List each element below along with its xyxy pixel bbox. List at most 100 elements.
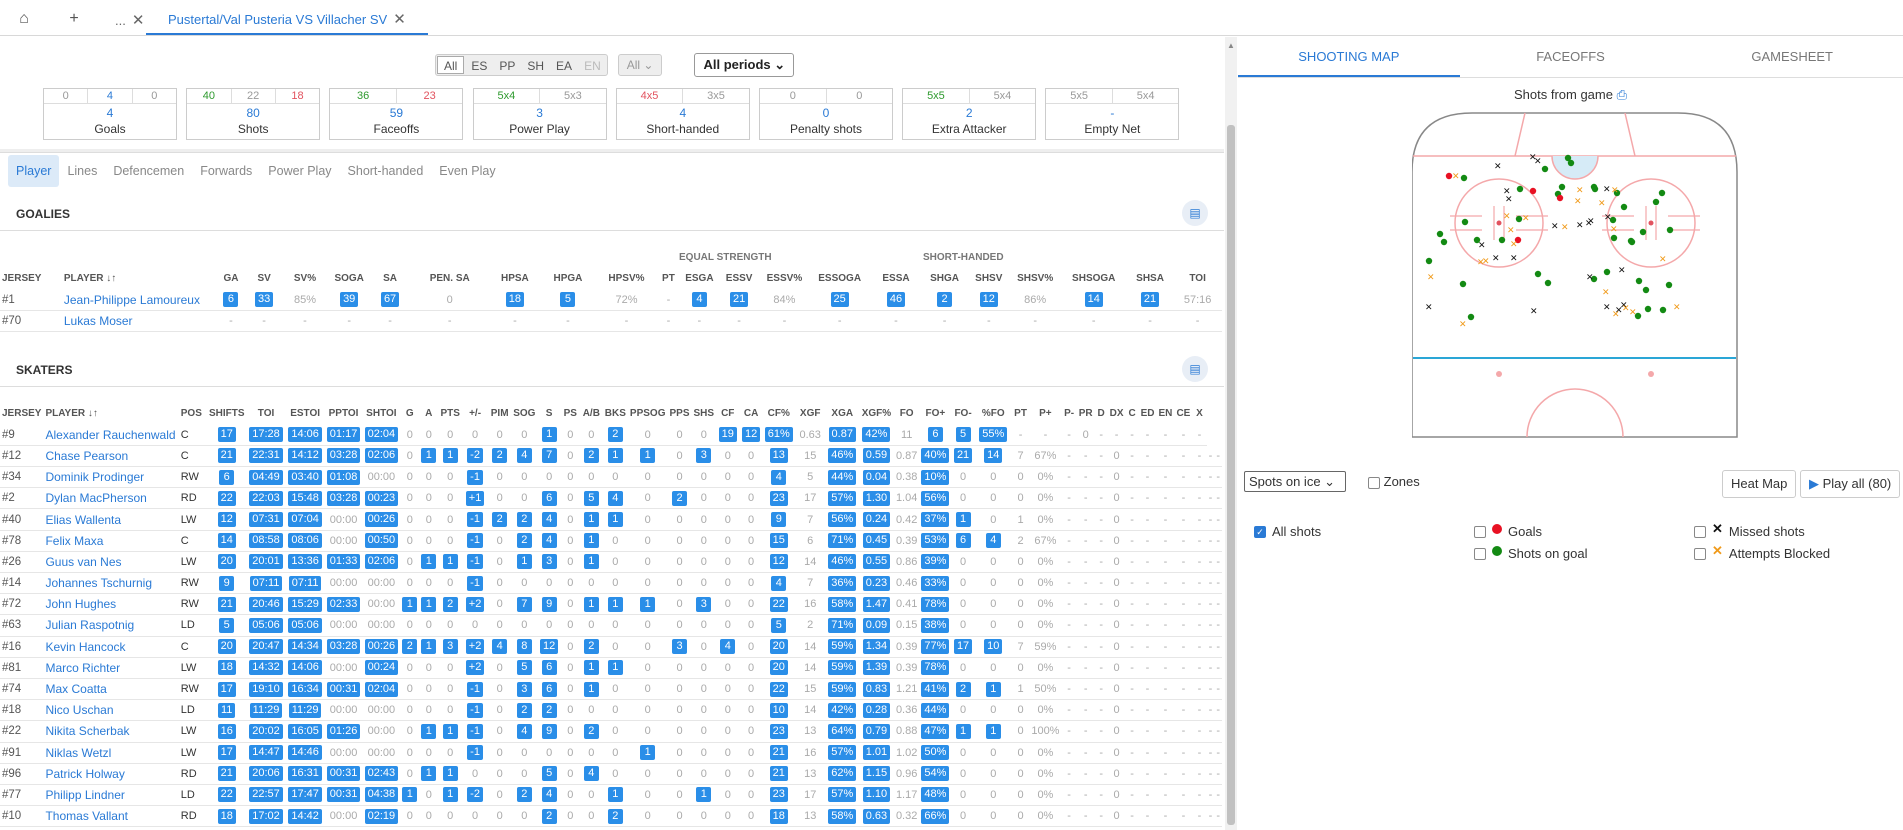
stat-badge[interactable]: 44%: [921, 702, 950, 718]
stat-badge[interactable]: 22:03: [249, 490, 283, 506]
stat-badge[interactable]: 20: [769, 639, 788, 655]
stat-badge[interactable]: 22: [217, 787, 236, 803]
stat-badge[interactable]: 21: [217, 448, 236, 464]
stat-badge[interactable]: 02:19: [364, 808, 399, 824]
stat-badge[interactable]: 20: [217, 554, 236, 570]
stat-badge[interactable]: 9: [219, 575, 235, 591]
stat-badge[interactable]: 6: [927, 427, 943, 443]
stat-badge[interactable]: 5: [771, 617, 787, 633]
stat-badge[interactable]: -1: [467, 533, 483, 549]
stat-badge[interactable]: 2: [402, 639, 418, 655]
stat-badge[interactable]: 22: [769, 596, 788, 612]
stat-badge[interactable]: 2: [516, 533, 532, 549]
stat-badge[interactable]: 1.39: [862, 660, 891, 676]
column-header[interactable]: PPSOG: [628, 403, 668, 424]
strength-option-en[interactable]: EN: [578, 55, 607, 75]
column-header[interactable]: FO-: [951, 403, 974, 424]
stat-badge[interactable]: 21: [217, 766, 236, 782]
column-header[interactable]: PLAYER ↓↑: [43, 403, 178, 424]
stat-badge[interactable]: 17: [217, 427, 236, 443]
stat-badge[interactable]: 20:01: [249, 554, 283, 570]
stat-badge[interactable]: 1: [955, 512, 971, 528]
subtab-even-play[interactable]: Even Play: [431, 155, 503, 187]
stat-badge[interactable]: 1.47: [862, 596, 891, 612]
blocked-shot-marker[interactable]: ✕: [1510, 240, 1518, 250]
column-header[interactable]: TOI: [247, 403, 286, 424]
stat-badge[interactable]: 54%: [921, 766, 950, 782]
missed-shot-marker[interactable]: ✕: [1603, 303, 1611, 313]
stat-badge[interactable]: 0.83: [862, 681, 891, 697]
column-header[interactable]: XGF: [795, 403, 826, 424]
stat-badge[interactable]: 00:31: [326, 681, 361, 697]
stat-badge[interactable]: 6: [955, 533, 971, 549]
stat-badge[interactable]: 00:26: [364, 512, 399, 528]
stat-badge[interactable]: 15:48: [288, 490, 322, 506]
stat-badge[interactable]: 1: [696, 787, 712, 803]
stat-badge[interactable]: +1: [465, 490, 485, 506]
stat-badge[interactable]: 0.63: [862, 808, 891, 824]
stat-badge[interactable]: 1: [442, 554, 458, 570]
stat-badge[interactable]: 58%: [828, 596, 857, 612]
stat-badge[interactable]: 3: [672, 639, 687, 655]
stat-badge[interactable]: 12: [741, 427, 761, 443]
column-header[interactable]: S: [537, 403, 560, 424]
shot-on-goal-marker[interactable]: [1659, 306, 1667, 314]
stat-badge[interactable]: 18: [217, 660, 236, 676]
stat-badge[interactable]: 7: [541, 448, 557, 464]
column-header[interactable]: SA: [371, 268, 409, 289]
stat-badge[interactable]: 78%: [921, 660, 950, 676]
stat-badge[interactable]: 41%: [921, 681, 950, 697]
stat-badge[interactable]: 12: [217, 512, 236, 528]
column-header[interactable]: SHIFTS: [207, 403, 247, 424]
subtab-defencemen[interactable]: Defencemen: [105, 155, 192, 187]
stat-badge[interactable]: 2: [583, 639, 599, 655]
stat-badge[interactable]: 0.55: [862, 554, 891, 570]
stat-badge[interactable]: 55%: [979, 427, 1008, 443]
stat-badge[interactable]: 1: [442, 723, 458, 739]
stat-badge[interactable]: 3: [442, 639, 458, 655]
stat-badge[interactable]: 1: [402, 787, 418, 803]
stat-badge[interactable]: 2: [492, 512, 508, 528]
stat-badge[interactable]: 16:31: [288, 766, 322, 782]
stat-badge[interactable]: 4: [541, 787, 557, 803]
tab-ellipsis[interactable]: ... ✕: [115, 5, 144, 35]
scrollbar-thumb[interactable]: [1227, 125, 1235, 825]
stat-badge[interactable]: 71%: [828, 533, 857, 549]
player-link[interactable]: Elias Wallenta: [43, 508, 179, 531]
stat-badge[interactable]: 13:36: [288, 554, 322, 570]
stat-badge[interactable]: 10: [984, 639, 1003, 655]
stat-badge[interactable]: 33%: [921, 575, 950, 591]
stat-badge[interactable]: 6: [541, 681, 557, 697]
column-header[interactable]: ESSV%: [760, 268, 809, 289]
stat-badge[interactable]: 07:11: [288, 575, 322, 591]
stat-badge[interactable]: 16:05: [288, 723, 322, 739]
stat-badge[interactable]: 20:06: [249, 766, 283, 782]
tab-game[interactable]: Pustertal/Val Pusteria VS Villacher SV ✕: [146, 5, 428, 35]
stat-badge[interactable]: 22: [217, 490, 236, 506]
stat-badge[interactable]: 14:06: [288, 660, 322, 676]
strength-option-all[interactable]: All: [437, 56, 465, 74]
stat-badge[interactable]: 4: [516, 448, 532, 464]
scrollbar[interactable]: ▲: [1225, 37, 1237, 830]
shot-on-goal-marker[interactable]: [1658, 189, 1666, 197]
stat-badge[interactable]: +2: [465, 639, 485, 655]
stat-badge[interactable]: 46: [886, 292, 906, 308]
stat-badge[interactable]: 20:47: [249, 639, 283, 655]
blocked-shot-marker[interactable]: ✕: [1598, 199, 1606, 209]
player-link[interactable]: Johannes Tschurnig: [43, 572, 179, 595]
shot-on-goal-marker[interactable]: [1425, 257, 1433, 265]
stat-badge[interactable]: 61%: [764, 427, 793, 443]
stat-badge[interactable]: 22: [769, 681, 788, 697]
stat-badge[interactable]: 2: [607, 808, 623, 824]
stat-badge[interactable]: 1: [442, 448, 458, 464]
stat-badge[interactable]: 17:28: [249, 427, 283, 443]
shot-on-goal-marker[interactable]: [1639, 228, 1647, 236]
stat-badge[interactable]: 71%: [828, 617, 857, 633]
print-icon[interactable]: ⎙: [1617, 87, 1627, 102]
missed-shot-marker[interactable]: ✕: [1618, 266, 1626, 276]
stat-badge[interactable]: 7: [516, 596, 532, 612]
stat-badge[interactable]: 1: [583, 596, 599, 612]
player-link[interactable]: Dylan MacPherson: [43, 487, 179, 510]
stat-badge[interactable]: 4: [541, 512, 557, 528]
stat-badge[interactable]: 56%: [921, 490, 950, 506]
